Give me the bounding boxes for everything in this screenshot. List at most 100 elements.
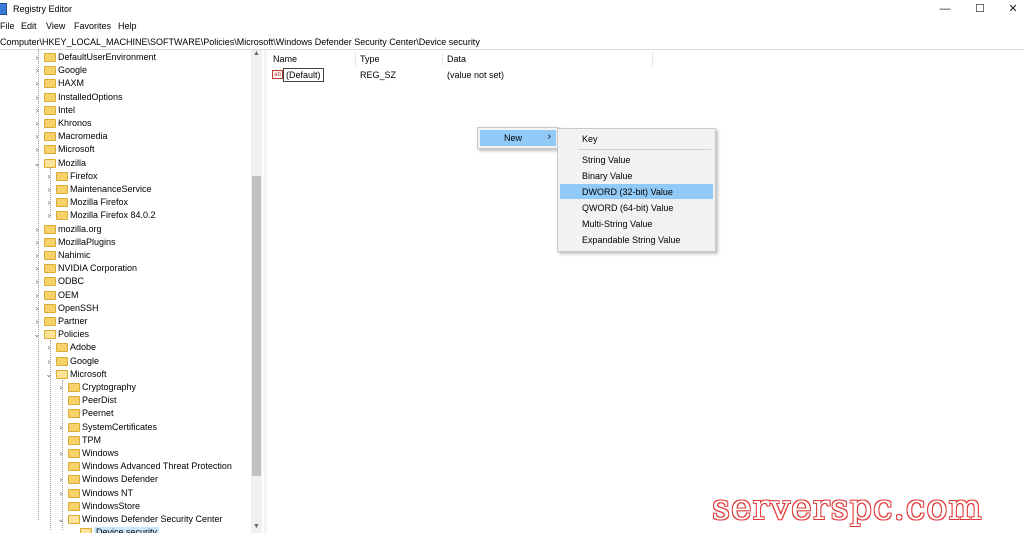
tree-item[interactable]: ⌄ Microsoft	[45, 368, 250, 381]
tree-item[interactable]: › Macromedia	[33, 130, 250, 143]
chevron-right-icon[interactable]: ›	[57, 447, 65, 460]
column-divider[interactable]	[652, 52, 653, 66]
tree-item[interactable]: › Windows NT	[57, 487, 250, 500]
chevron-down-icon[interactable]: ⌄	[33, 157, 41, 170]
chevron-right-icon[interactable]: ›	[33, 77, 41, 90]
menu-help[interactable]: Help	[118, 21, 137, 31]
column-name[interactable]: Name	[273, 54, 297, 64]
minimize-button[interactable]: —	[928, 0, 962, 18]
tree-item[interactable]: › Intel	[33, 104, 250, 117]
column-divider[interactable]	[442, 52, 443, 66]
submenu-binary-value[interactable]: Binary Value	[560, 168, 713, 183]
chevron-right-icon[interactable]: ›	[45, 170, 53, 183]
column-divider[interactable]	[355, 52, 356, 66]
tree-item[interactable]: › HAXM	[33, 77, 250, 90]
menu-file[interactable]: File	[0, 21, 15, 31]
chevron-right-icon[interactable]: ›	[33, 249, 41, 262]
chevron-right-icon[interactable]: ›	[33, 143, 41, 156]
tree-item[interactable]: TPM	[57, 434, 250, 447]
tree-item[interactable]: › Nahimic	[33, 249, 250, 262]
menu-view[interactable]: View	[46, 21, 65, 31]
chevron-right-icon[interactable]: ›	[33, 275, 41, 288]
tree-item[interactable]: › Adobe	[45, 341, 250, 354]
values-list[interactable]: Name Type Data ab (Default) REG_SZ (valu…	[267, 50, 1024, 533]
chevron-right-icon[interactable]: ›	[45, 183, 53, 196]
chevron-right-icon[interactable]: ›	[33, 315, 41, 328]
chevron-down-icon[interactable]: ⌄	[33, 328, 41, 341]
tree-item[interactable]: ⌄ Policies	[33, 328, 250, 341]
submenu-string-value[interactable]: String Value	[560, 152, 713, 167]
submenu-dword-value[interactable]: DWORD (32-bit) Value	[560, 184, 713, 199]
submenu-multi-string-value[interactable]: Multi-String Value	[560, 216, 713, 231]
chevron-down-icon[interactable]: ⌄	[57, 513, 65, 526]
chevron-down-icon[interactable]: ⌄	[45, 368, 53, 381]
tree-item[interactable]: › Google	[45, 355, 250, 368]
tree-item[interactable]: › Mozilla Firefox 84.0.2	[45, 209, 250, 222]
scroll-thumb[interactable]	[252, 176, 261, 476]
tree-item[interactable]: › SystemCertificates	[57, 421, 250, 434]
key-tree[interactable]: › DefaultUserEnvironment › Google › HAXM › Inst…	[0, 50, 264, 533]
tree-item[interactable]: › Windows	[57, 447, 250, 460]
chevron-right-icon[interactable]: ›	[33, 64, 41, 77]
new-menu-item[interactable]: New ›	[480, 130, 556, 146]
chevron-right-icon[interactable]: ›	[45, 355, 53, 368]
tree-item[interactable]: › InstalledOptions	[33, 91, 250, 104]
chevron-right-icon[interactable]: ›	[45, 341, 53, 354]
chevron-right-icon[interactable]: ›	[33, 51, 41, 64]
tree-item[interactable]: › Microsoft	[33, 143, 250, 156]
chevron-right-icon[interactable]: ›	[33, 289, 41, 302]
chevron-right-icon[interactable]: ›	[33, 117, 41, 130]
menu-edit[interactable]: Edit	[21, 21, 37, 31]
value-name[interactable]: (Default)	[283, 68, 324, 82]
tree-item[interactable]: Peernet	[57, 407, 250, 420]
submenu-key[interactable]: Key	[560, 131, 713, 146]
scroll-down-icon[interactable]: ▼	[251, 523, 262, 533]
tree-item[interactable]: › NVIDIA Corporation	[33, 262, 250, 275]
chevron-right-icon[interactable]: ›	[33, 104, 41, 117]
chevron-right-icon[interactable]: ›	[33, 91, 41, 104]
address-path[interactable]: Computer\HKEY_LOCAL_MACHINE\SOFTWARE\Pol…	[0, 37, 480, 47]
tree-item[interactable]: › Partner	[33, 315, 250, 328]
chevron-right-icon[interactable]: ›	[57, 421, 65, 434]
tree-item[interactable]: › ODBC	[33, 275, 250, 288]
tree-item[interactable]: › Firefox	[45, 170, 250, 183]
chevron-right-icon[interactable]: ›	[33, 236, 41, 249]
tree-item[interactable]: › MaintenanceService	[45, 183, 250, 196]
tree-item[interactable]: › mozilla.org	[33, 223, 250, 236]
address-bar[interactable]: Computer\HKEY_LOCAL_MACHINE\SOFTWARE\Pol…	[0, 35, 1024, 50]
chevron-right-icon[interactable]: ›	[33, 130, 41, 143]
chevron-right-icon[interactable]: ›	[33, 223, 41, 236]
tree-item[interactable]: › MozillaPlugins	[33, 236, 250, 249]
chevron-right-icon[interactable]: ›	[33, 302, 41, 315]
chevron-right-icon[interactable]: ›	[45, 196, 53, 209]
submenu-expandable-string-value[interactable]: Expandable String Value	[560, 232, 713, 247]
tree-item[interactable]: › Windows Defender	[57, 473, 250, 486]
tree-item[interactable]: PeerDist	[57, 394, 250, 407]
column-data[interactable]: Data	[447, 54, 466, 64]
tree-item[interactable]: ⌄ Mozilla	[33, 157, 250, 170]
column-type[interactable]: Type	[360, 54, 380, 64]
tree-item[interactable]: Device security	[69, 526, 250, 533]
tree-item[interactable]: ⌄ Windows Defender Security Center	[57, 513, 250, 526]
tree-item[interactable]: › Khronos	[33, 117, 250, 130]
tree-scrollbar[interactable]: ▲ ▼	[251, 50, 262, 533]
tree-item[interactable]: › Google	[33, 64, 250, 77]
tree-item[interactable]: › DefaultUserEnvironment	[33, 51, 250, 64]
tree-item[interactable]: › Mozilla Firefox	[45, 196, 250, 209]
tree-item[interactable]: › Cryptography	[57, 381, 250, 394]
chevron-right-icon[interactable]: ›	[57, 487, 65, 500]
maximize-button[interactable]: ☐	[963, 0, 997, 18]
folder-icon	[44, 159, 56, 168]
chevron-right-icon[interactable]: ›	[57, 473, 65, 486]
submenu-qword-value[interactable]: QWORD (64-bit) Value	[560, 200, 713, 215]
scroll-up-icon[interactable]: ▲	[251, 50, 262, 60]
menu-favorites[interactable]: Favorites	[74, 21, 111, 31]
chevron-right-icon[interactable]: ›	[45, 209, 53, 222]
tree-item[interactable]: WindowsStore	[57, 500, 250, 513]
tree-item[interactable]: Windows Advanced Threat Protection	[57, 460, 250, 473]
tree-item[interactable]: › OEM	[33, 289, 250, 302]
close-button[interactable]: ✕	[996, 0, 1024, 18]
chevron-right-icon[interactable]: ›	[33, 262, 41, 275]
chevron-right-icon[interactable]: ›	[57, 381, 65, 394]
tree-item[interactable]: › OpenSSH	[33, 302, 250, 315]
